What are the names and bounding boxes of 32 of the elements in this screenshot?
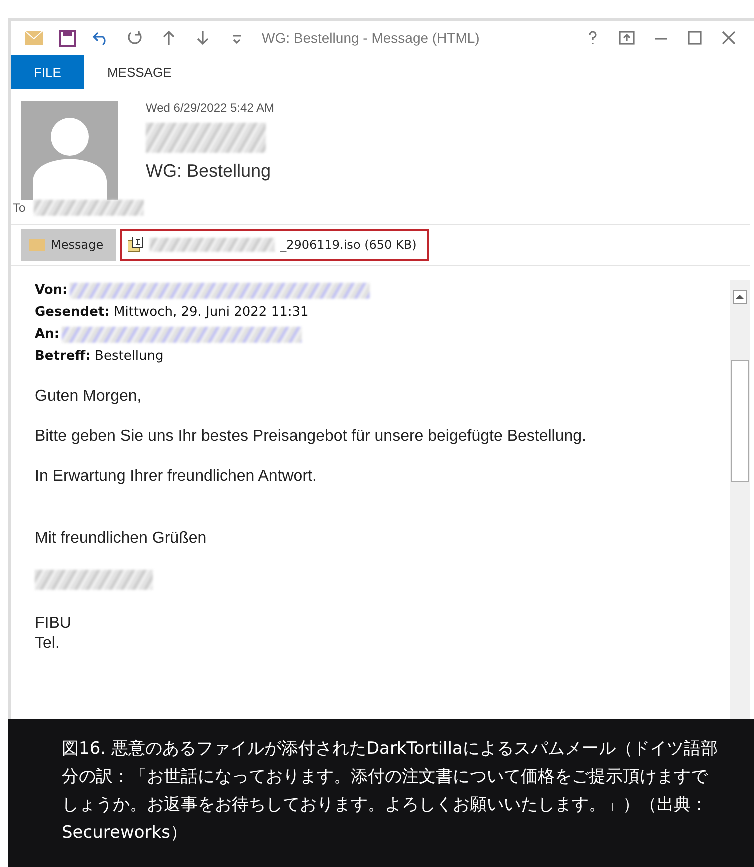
header-field: An: — [35, 324, 60, 346]
body-paragraph: Guten Morgen, — [35, 387, 143, 407]
body-paragraph: Bitte geben Sie uns Ihr bestes Preisangebot für unsere beigefügte Bestellung. — [35, 427, 588, 447]
message-item[interactable]: Message — [21, 229, 116, 261]
figure-caption: 図16. 悪意のあるファイルが添付されたDarkTortillaによるスパムメール（ドイツ語部分の訳：「お世話になっております。添付の注文書について価格をご提示頂けますでしょうか。お返事をお待ちしております。よろしくお願いいたします。」）（出典：Secureworks） — [8, 719, 754, 867]
ribbon-tab[interactable]: FILE — [11, 55, 84, 89]
maximize-icon[interactable] — [686, 29, 704, 47]
scrollbar[interactable] — [730, 280, 750, 719]
attachment-item[interactable]: _2906119.iso (650 KB) — [120, 229, 429, 261]
body-paragraph: In Erwartung Ihrer freundlichen Antwort. — [35, 467, 318, 487]
scroll-thumb[interactable] — [731, 360, 749, 482]
message-subject: WG: Bestellung — [146, 161, 272, 182]
signature-line: Tel. — [35, 634, 61, 654]
body-paragraph: Mit freundlichen Grüßen — [35, 529, 208, 549]
scroll-up-icon[interactable] — [733, 290, 747, 304]
save-icon[interactable] — [59, 30, 76, 46]
header-field: Gesendet: Mittwoch, 29. Juni 2022 11:31 — [35, 302, 309, 324]
ribbon-display-icon[interactable] — [618, 29, 636, 47]
signature-line: FIBU — [35, 614, 72, 634]
header-field: Von: — [35, 280, 68, 302]
window-title: WG: Bestellung - Message (HTML) — [262, 30, 480, 46]
header-field: Betreff: Bestellung — [35, 346, 164, 368]
disc-image-file-icon — [128, 237, 144, 253]
envelope-icon — [29, 239, 45, 251]
sent-date: Wed 6/29/2022 5:42 AM — [146, 101, 275, 115]
ribbon-tab[interactable]: MESSAGE — [84, 55, 195, 89]
avatar-icon — [21, 101, 118, 200]
redo-icon[interactable] — [126, 29, 144, 47]
close-icon[interactable] — [720, 29, 738, 47]
attachment-label: _2906119.iso (650 KB) — [280, 238, 417, 252]
attachment-label: Message — [51, 238, 104, 252]
to-label: To — [13, 201, 26, 215]
